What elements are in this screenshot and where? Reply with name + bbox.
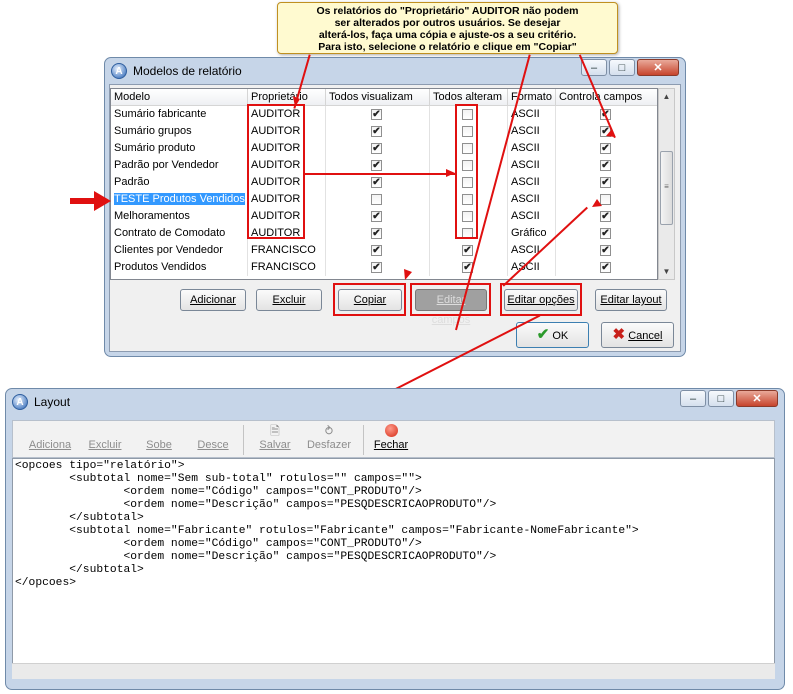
toolbar-separator — [363, 425, 364, 455]
app-icon: A — [12, 394, 28, 410]
toolbar-label: Sobe — [146, 439, 172, 451]
up-icon — [141, 423, 177, 439]
toolbar-label: Desfazer — [306, 439, 352, 451]
layout-titlebar[interactable]: A Layout — [6, 389, 784, 415]
layout-xml-editor[interactable]: <opcoes tipo="relatório"> <subtotal nome… — [12, 458, 775, 679]
save-icon: 🗎 — [270, 424, 280, 438]
layout-window-controls: – □ ✕ — [680, 390, 778, 407]
toolbar-label: Excluir — [88, 439, 122, 451]
toolbar-label: Adiciona — [28, 439, 72, 451]
down-icon — [193, 423, 233, 439]
toolbar-label: Desce — [197, 439, 229, 451]
add-icon — [27, 423, 73, 439]
editor-horizontal-scrollbar[interactable] — [12, 663, 775, 679]
excluir-toolbar-button[interactable]: Excluir — [85, 423, 125, 457]
layout-window-title: Layout — [34, 395, 71, 409]
sobe-button[interactable]: Sobe — [141, 423, 177, 457]
toolbar-label: Salvar — [259, 439, 291, 451]
delete-icon — [85, 423, 125, 439]
power-icon — [371, 423, 411, 439]
desce-button[interactable]: Desce — [193, 423, 233, 457]
undo-icon: ⥁ — [324, 424, 334, 438]
minimize-button[interactable]: – — [680, 390, 706, 407]
salvar-button[interactable]: 🗎 Salvar — [255, 423, 295, 457]
toolbar-label: Fechar — [373, 439, 409, 451]
layout-toolbar: Adiciona Excluir Sobe Desce 🗎 Salvar ⥁ D… — [12, 420, 775, 458]
maximize-button[interactable]: □ — [708, 390, 734, 407]
xml-code: <opcoes tipo="relatório"> <subtotal nome… — [15, 460, 639, 589]
fechar-button[interactable]: Fechar — [371, 423, 411, 457]
adiciona-button[interactable]: Adiciona — [27, 423, 73, 457]
toolbar-separator — [243, 425, 244, 455]
close-button[interactable]: ✕ — [736, 390, 778, 407]
desfazer-button[interactable]: ⥁ Desfazer — [305, 423, 353, 457]
